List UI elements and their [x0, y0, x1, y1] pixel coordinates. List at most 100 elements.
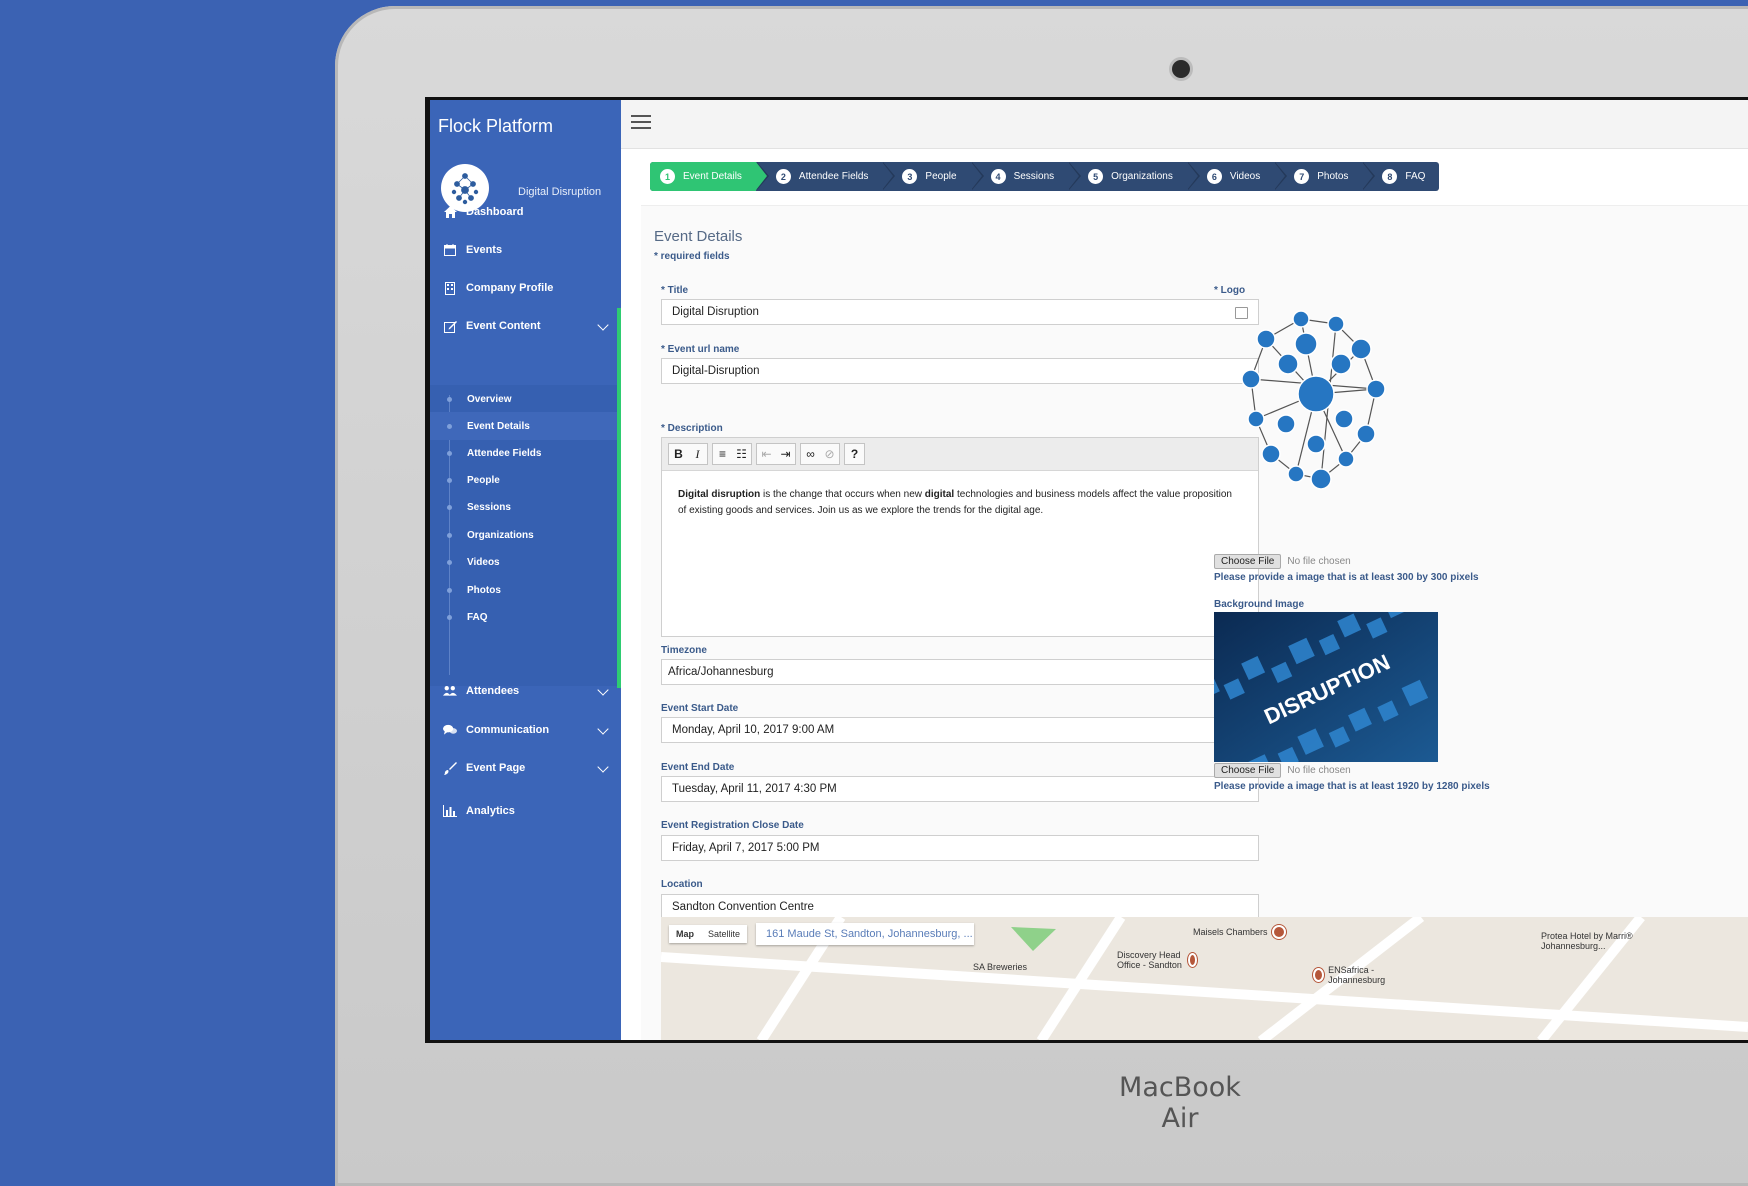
map-tab-satellite[interactable]: Satellite	[701, 925, 747, 943]
outdent-icon[interactable]: ⇤	[757, 444, 776, 464]
timezone-select[interactable]: Africa/Johannesburg ▲▼	[661, 659, 1259, 685]
calendar-icon	[443, 243, 457, 257]
unordered-list-icon[interactable]: ☷	[732, 444, 751, 464]
reg-close-label: Event Registration Close Date	[661, 820, 804, 831]
map-tab-map[interactable]: Map	[669, 925, 701, 943]
app-window: Flock Platform Digital Disruption Dashbo…	[430, 100, 1748, 1040]
sub-item-faq[interactable]: FAQ	[430, 603, 621, 631]
description-text: Digital disruption is the change that oc…	[678, 489, 1232, 516]
end-date-label: Event End Date	[661, 762, 735, 773]
sub-item-people[interactable]: People	[430, 466, 621, 494]
url-label: * Event url name	[661, 344, 740, 355]
nav-communication[interactable]: Communication	[430, 713, 621, 747]
reg-close-input[interactable]: Friday, April 7, 2017 5:00 PM	[661, 835, 1259, 861]
nav-attendees[interactable]: Attendees	[430, 674, 621, 708]
bullet-icon	[447, 505, 452, 510]
edit-icon	[443, 319, 457, 333]
map-search-box[interactable]: 161 Maude St, Sandton, Johannesburg, ...	[756, 923, 974, 945]
nav-attendees-label: Attendees	[466, 685, 520, 697]
map-pin-icon	[1313, 968, 1325, 982]
map-poi[interactable]: Maisels Chambers	[1193, 925, 1286, 939]
chevron-down-icon	[597, 761, 609, 773]
map-poi[interactable]: SA Breweries	[973, 962, 1027, 972]
wizard-step-attendee-fields[interactable]: 2 Attendee Fields	[756, 162, 896, 191]
start-date-label: Event Start Date	[661, 703, 739, 714]
description-label: * Description	[661, 423, 723, 434]
timezone-label: Timezone	[661, 645, 707, 656]
required-note: * required fields	[654, 251, 730, 262]
app-title[interactable]: Flock Platform	[438, 116, 553, 137]
chevron-down-icon	[597, 684, 609, 696]
location-label: Location	[661, 879, 703, 890]
event-content-submenu: Overview Event Details Attendee Fields P…	[430, 385, 621, 686]
menu-toggle-icon[interactable]	[631, 115, 651, 131]
logo-image	[1226, 294, 1406, 504]
background-hint: Please provide a image that is at least …	[1214, 781, 1490, 792]
wizard-step-sessions[interactable]: 4 Sessions	[971, 162, 1082, 191]
chat-icon	[443, 723, 457, 737]
sub-item-videos[interactable]: Videos	[430, 548, 621, 576]
map-poi[interactable]: Discovery Head Office - Sandton	[1117, 950, 1197, 970]
wizard-step-people[interactable]: 3 People	[882, 162, 984, 191]
sub-item-sessions[interactable]: Sessions	[430, 493, 621, 521]
help-icon[interactable]: ?	[845, 444, 864, 464]
map-pin-icon	[1271, 925, 1286, 939]
map-poi[interactable]: Protea Hotel by Marri® Johannesburg...	[1541, 931, 1651, 951]
sub-item-organizations[interactable]: Organizations	[430, 521, 621, 549]
chevron-down-icon	[597, 723, 609, 735]
link-icon[interactable]: ∞	[801, 444, 820, 464]
map-pin-icon	[1187, 953, 1197, 967]
chevron-down-icon	[597, 319, 609, 331]
bullet-icon	[447, 451, 452, 456]
sub-item-event-details[interactable]: Event Details	[430, 412, 621, 440]
nav-dashboard[interactable]: Dashboard	[430, 195, 621, 229]
sub-item-photos[interactable]: Photos	[430, 576, 621, 604]
location-map[interactable]: Map Satellite 161 Maude St, Sandton, Joh…	[661, 917, 1748, 1040]
title-input[interactable]: Digital Disruption	[661, 299, 1259, 325]
nav-analytics-label: Analytics	[466, 805, 515, 817]
building-icon	[443, 281, 457, 295]
camera	[1172, 60, 1190, 78]
end-date-input[interactable]: Tuesday, April 11, 2017 4:30 PM	[661, 776, 1259, 802]
ordered-list-icon[interactable]: ≡	[713, 444, 732, 464]
logo-no-file-text: No file chosen	[1287, 556, 1351, 567]
nav-analytics[interactable]: Analytics	[430, 794, 621, 828]
description-editor[interactable]: BI ≡ ☷ ⇤ ⇥ ∞ ⊘ ? Digital disruption is the …	[661, 437, 1259, 637]
wizard-step-photos[interactable]: 7 Photos	[1274, 162, 1376, 191]
nav-dashboard-label: Dashboard	[466, 206, 524, 218]
bold-icon[interactable]: B	[669, 444, 688, 464]
bullet-icon	[447, 615, 452, 620]
map-poi[interactable]: ENSafrica - Johannesburg	[1313, 965, 1403, 985]
background-choose-file-button[interactable]: Choose File	[1214, 763, 1282, 778]
nav-events[interactable]: Events	[430, 233, 621, 267]
unlink-icon[interactable]: ⊘	[820, 444, 839, 464]
indent-icon[interactable]: ⇥	[776, 444, 795, 464]
main-content: 1 Event Details 2 Attendee Fields 3 People …	[621, 149, 1748, 1040]
background-image: DISRUPTION	[1214, 612, 1438, 762]
background-file-input[interactable]: Choose File No file chosen	[1214, 763, 1351, 778]
wizard-steps: 1 Event Details 2 Attendee Fields 3 People …	[650, 162, 1440, 191]
editor-toolbar: BI ≡ ☷ ⇤ ⇥ ∞ ⊘ ?	[662, 438, 1258, 471]
wizard-step-event-details[interactable]: 1 Event Details	[650, 162, 769, 191]
bar-chart-icon	[443, 804, 457, 818]
bullet-icon	[447, 397, 452, 402]
nav-company-profile[interactable]: Company Profile	[430, 271, 621, 305]
wizard-step-organizations[interactable]: 5 Organizations	[1068, 162, 1200, 191]
bullet-icon	[447, 560, 452, 565]
logo-file-input[interactable]: Choose File No file chosen	[1214, 554, 1351, 569]
wizard-step-videos[interactable]: 6 Videos	[1187, 162, 1288, 191]
nav-event-page[interactable]: Event Page	[430, 751, 621, 785]
nav-communication-label: Communication	[466, 724, 550, 736]
nav-company-profile-label: Company Profile	[466, 282, 554, 294]
start-date-input[interactable]: Monday, April 10, 2017 9:00 AM	[661, 717, 1259, 743]
background-image-label: Background Image	[1214, 599, 1305, 610]
event-url-input[interactable]: Digital-Disruption	[661, 358, 1259, 384]
nav-event-content[interactable]: Event Content	[430, 309, 621, 343]
italic-icon[interactable]: I	[688, 444, 707, 464]
sidebar: Flock Platform Digital Disruption Dashbo…	[430, 100, 621, 1040]
sub-item-attendee-fields[interactable]: Attendee Fields	[430, 439, 621, 467]
event-details-panel: Event Details * required fields * Title …	[641, 205, 1748, 1040]
sub-item-overview[interactable]: Overview	[430, 385, 621, 413]
bullet-icon	[447, 588, 452, 593]
logo-choose-file-button[interactable]: Choose File	[1214, 554, 1282, 569]
